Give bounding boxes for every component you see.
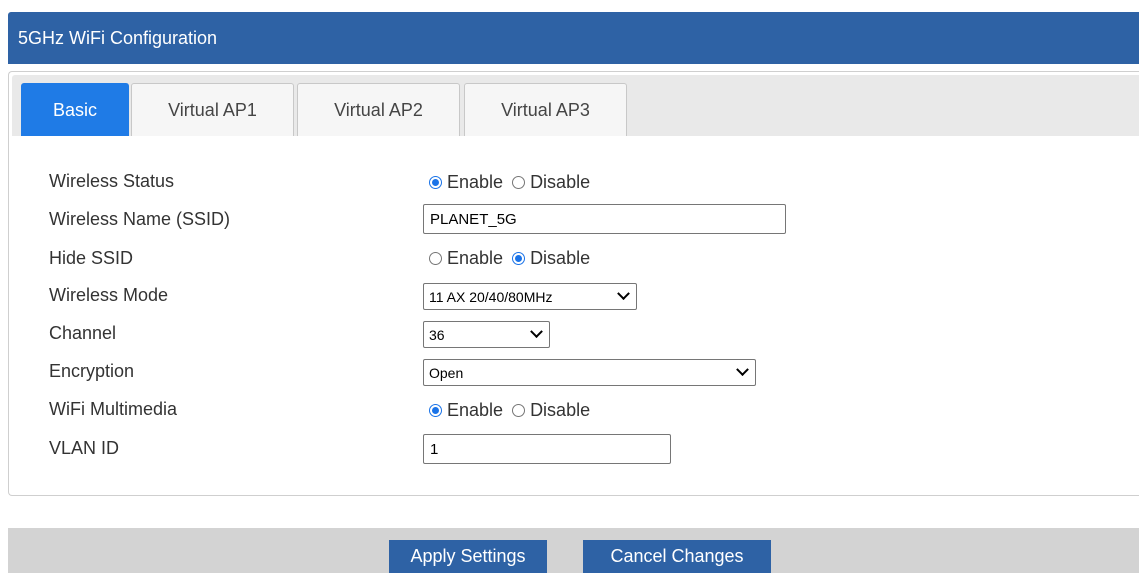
wireless-mode-value: 11 AX 20/40/80MHz xyxy=(429,288,553,305)
wireless-status-enable-radio[interactable] xyxy=(429,176,442,189)
channel-label: Channel xyxy=(49,323,117,343)
hide-ssid-disable-label: Disable xyxy=(530,248,591,268)
config-panel: Basic Virtual AP1 Virtual AP2 Virtual AP… xyxy=(8,71,1139,496)
wireless-status-enable-label: Enable xyxy=(447,172,504,192)
chevron-down-icon xyxy=(736,362,749,376)
wifi-multimedia-radio-group: Enable Disable xyxy=(429,400,599,421)
tab-strip: Basic Virtual AP1 Virtual AP2 Virtual AP… xyxy=(12,75,1139,136)
hide-ssid-label: Hide SSID xyxy=(49,248,134,268)
vlan-id-input[interactable] xyxy=(423,434,671,464)
wireless-status-label: Wireless Status xyxy=(49,171,175,191)
wifi-multimedia-disable-label: Disable xyxy=(530,400,591,420)
wifi-multimedia-enable-label: Enable xyxy=(447,400,504,420)
encryption-select[interactable]: Open xyxy=(423,359,756,386)
tab-virtual-ap1[interactable]: Virtual AP1 xyxy=(131,83,294,136)
wifi-multimedia-label: WiFi Multimedia xyxy=(49,399,178,419)
hide-ssid-disable-radio[interactable] xyxy=(512,252,526,265)
encryption-value: Open xyxy=(429,364,464,381)
chevron-down-icon xyxy=(530,324,543,338)
chevron-down-icon xyxy=(617,286,630,300)
wireless-mode-label: Wireless Mode xyxy=(49,285,169,305)
footer-bar xyxy=(8,528,1139,573)
tab-basic[interactable]: Basic xyxy=(21,83,129,136)
hide-ssid-enable-label: Enable xyxy=(447,248,504,268)
wireless-mode-select[interactable]: 11 AX 20/40/80MHz xyxy=(423,283,637,310)
tab-virtual-ap3[interactable]: Virtual AP3 xyxy=(464,83,627,136)
encryption-label: Encryption xyxy=(49,361,135,381)
apply-settings-button[interactable]: Apply Settings xyxy=(389,540,547,573)
page-title: 5GHz WiFi Configuration xyxy=(18,28,218,48)
hide-ssid-enable-radio[interactable] xyxy=(429,252,442,265)
cancel-changes-button[interactable]: Cancel Changes xyxy=(583,540,771,573)
ssid-input[interactable] xyxy=(423,204,786,234)
wireless-status-disable-label: Disable xyxy=(530,172,591,192)
channel-select[interactable]: 36 xyxy=(423,321,550,348)
wireless-status-disable-radio[interactable] xyxy=(512,176,526,189)
hide-ssid-radio-group: Enable Disable xyxy=(429,248,599,269)
wifi-multimedia-enable-radio[interactable] xyxy=(429,404,442,417)
vlan-id-label: VLAN ID xyxy=(49,438,120,458)
ssid-label: Wireless Name (SSID) xyxy=(49,209,231,229)
channel-value: 36 xyxy=(429,326,445,343)
wifi-multimedia-disable-radio[interactable] xyxy=(512,404,526,417)
wireless-status-radio-group: Enable Disable xyxy=(429,172,599,193)
tab-virtual-ap2[interactable]: Virtual AP2 xyxy=(297,83,460,136)
page-title-bar: 5GHz WiFi Configuration xyxy=(8,12,1139,64)
